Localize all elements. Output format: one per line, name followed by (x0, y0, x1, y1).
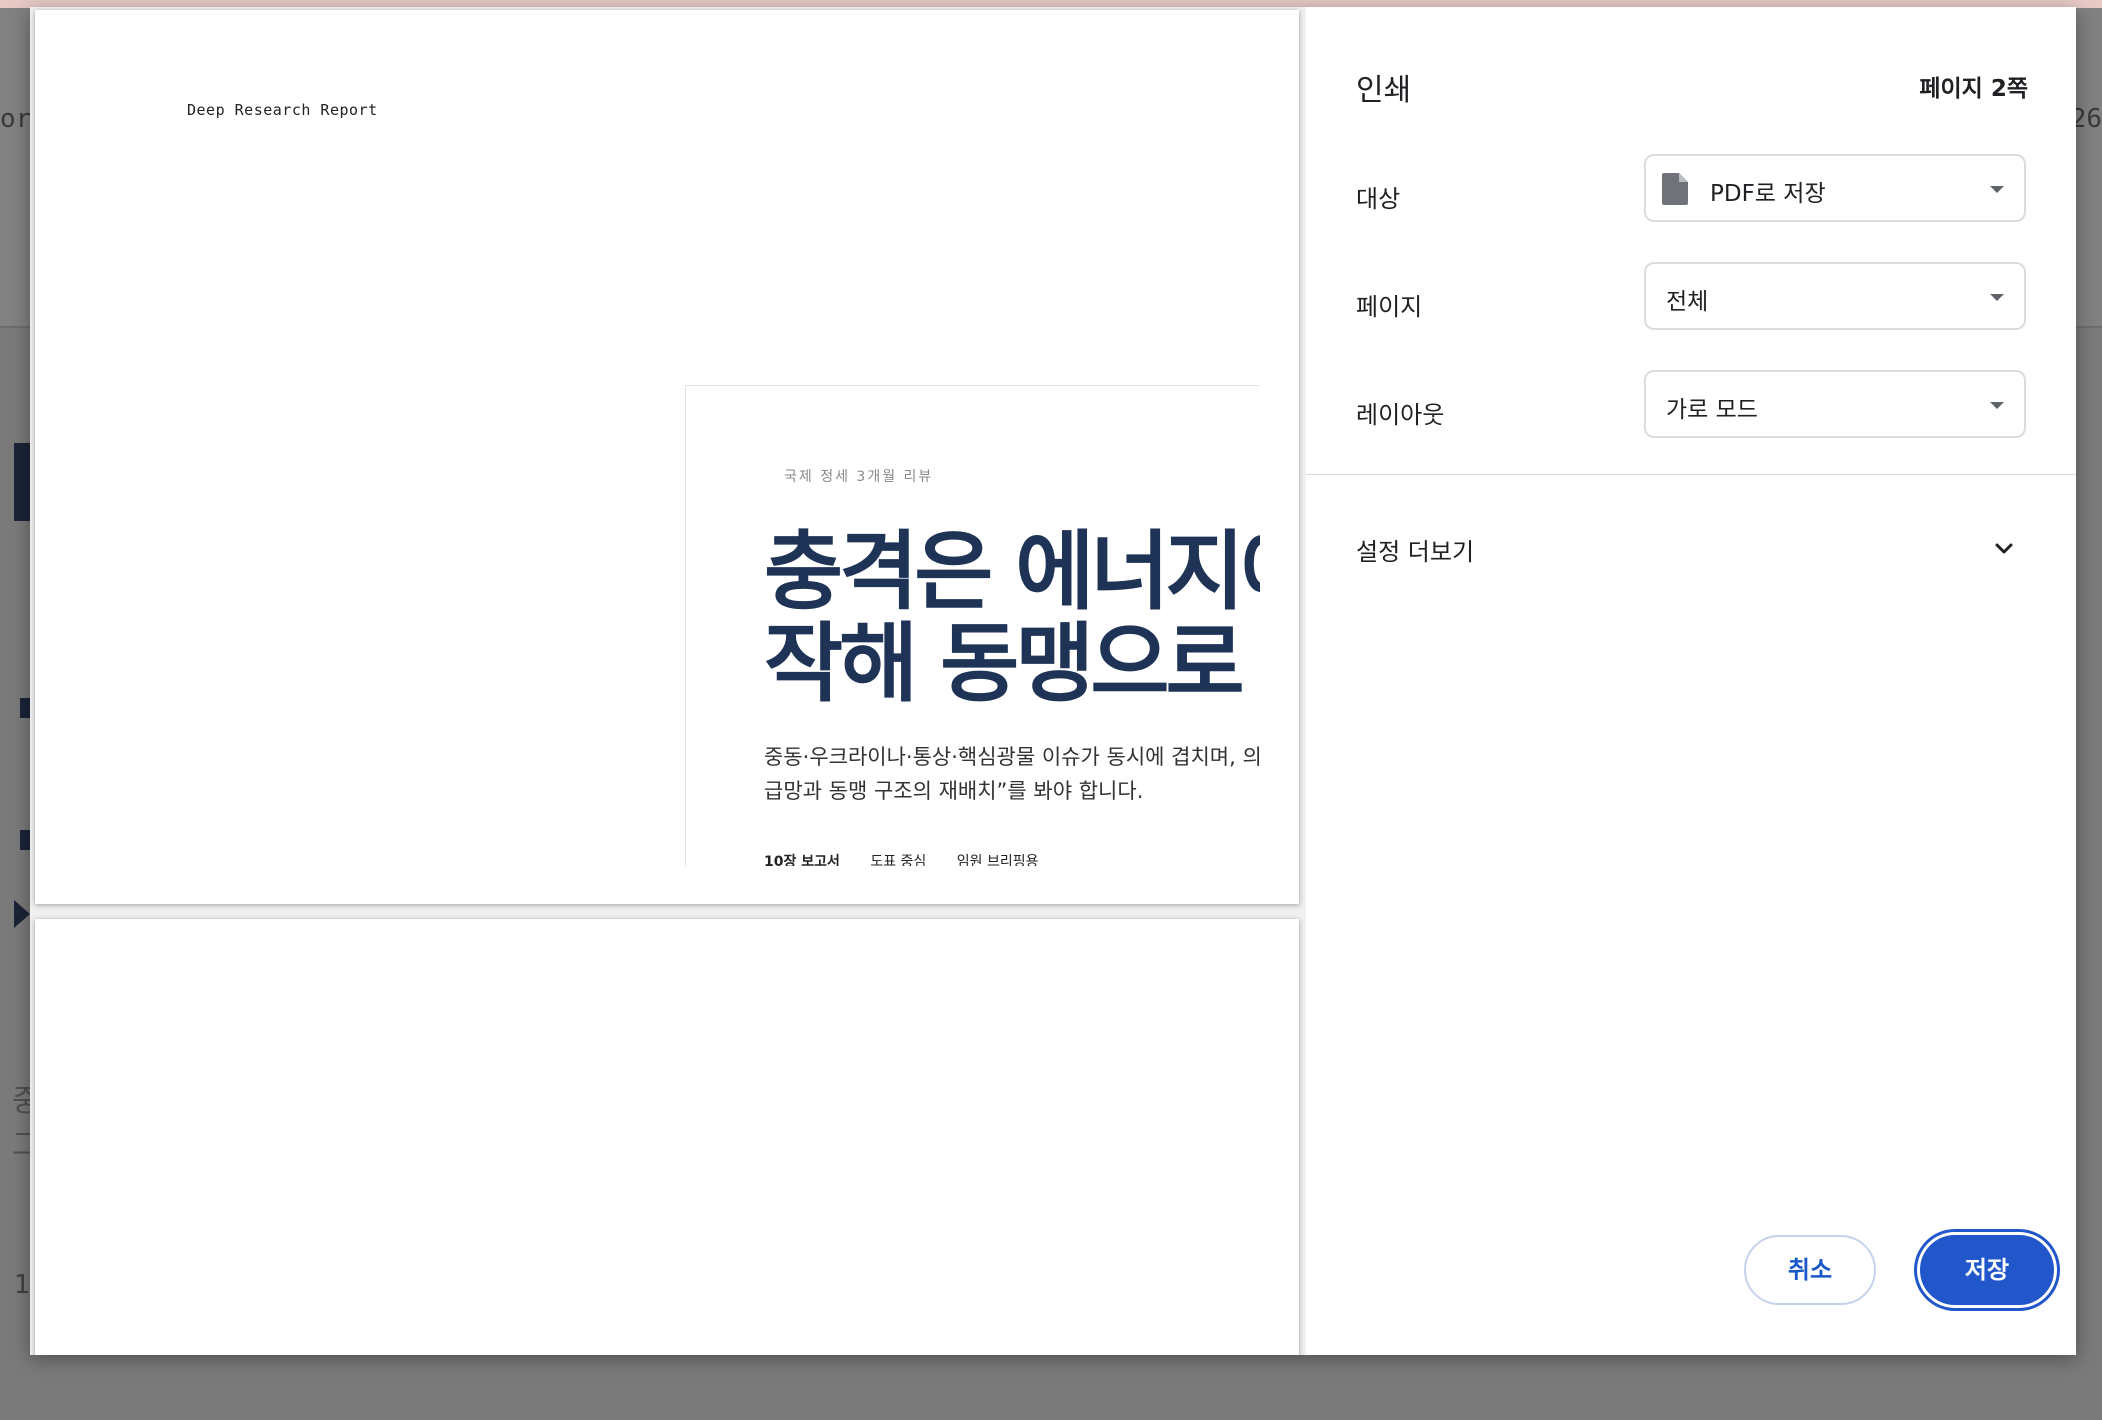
pages-label: 페이지 (1356, 293, 1423, 321)
background-side-number: 1 (14, 1270, 31, 1300)
layout-value: 가로 모드 (1666, 397, 1758, 423)
settings-divider (1306, 474, 2076, 475)
cover-description-line: 중동·우크라이나·통상·핵심광물 이슈가 동시에 겹치며, 의 (764, 745, 1260, 769)
preview-page-1: Deep Research Report 국제 정세 3개월 리뷰 충격은 에너… (35, 10, 1299, 904)
destination-select[interactable]: PDF로 저장 (1644, 154, 2026, 222)
destination-label: 대상 (1356, 185, 1401, 213)
cover-kicker: 국제 정세 3개월 리뷰 (784, 469, 934, 485)
dropdown-caret-icon (1990, 186, 2004, 193)
cover-description-line: 급망과 동맹 구조의 재배치”를 봐야 합니다. (764, 779, 1144, 803)
page-count: 페이지 2쪽 (1919, 76, 2028, 102)
cover-title-line: 작해 동맹으로 번 (764, 614, 1260, 714)
cover-meta-item: 임원 브리핑용 (956, 854, 1039, 866)
background-arrow-icon (14, 900, 30, 928)
dropdown-caret-icon (1990, 294, 2004, 301)
more-settings-toggle[interactable]: 설정 더보기 (1356, 532, 1474, 567)
print-settings-panel: 인쇄 페이지 2쪽 대상 PDF로 저장 페이지 전체 레이아웃 가로 모드 설… (1306, 7, 2076, 1355)
cover-description: 중동·우크라이나·통상·핵심광물 이슈가 동시에 겹치며, 의 급망과 동맹 구… (764, 740, 1260, 808)
background-mark (20, 698, 30, 718)
chevron-down-icon[interactable] (1992, 537, 2016, 561)
cover-panel: 국제 정세 3개월 리뷰 충격은 에너지에서 시 작해 동맹으로 번 중동·우크… (685, 385, 1260, 866)
running-header: Deep Research Report (187, 101, 378, 119)
print-preview[interactable]: Deep Research Report 국제 정세 3개월 리뷰 충격은 에너… (30, 7, 1306, 1355)
cover-meta: 10장 보고서 도표 중심 임원 브리핑용 (764, 851, 1065, 866)
print-dialog: Deep Research Report 국제 정세 3개월 리뷰 충격은 에너… (30, 7, 2076, 1355)
layout-label: 레이아웃 (1356, 401, 1445, 429)
destination-value: PDF로 저장 (1710, 181, 1826, 207)
cover-meta-item: 도표 중심 (870, 854, 927, 866)
save-button[interactable]: 저장 (1920, 1235, 2054, 1305)
layout-select[interactable]: 가로 모드 (1644, 370, 2026, 438)
dropdown-caret-icon (1990, 402, 2004, 409)
pages-value: 전체 (1666, 289, 1709, 315)
cover-meta-item: 10장 보고서 (764, 854, 840, 866)
background-mark (20, 830, 30, 850)
cancel-button[interactable]: 취소 (1744, 1235, 1876, 1305)
file-icon (1662, 173, 1688, 205)
dialog-title: 인쇄 (1356, 73, 1412, 108)
preview-page-2 (35, 919, 1299, 1355)
cover-title: 충격은 에너지에서 시 작해 동맹으로 번 (764, 526, 1260, 710)
cover-title-line: 충격은 에너지에서 시 (764, 522, 1260, 622)
pages-select[interactable]: 전체 (1644, 262, 2026, 330)
